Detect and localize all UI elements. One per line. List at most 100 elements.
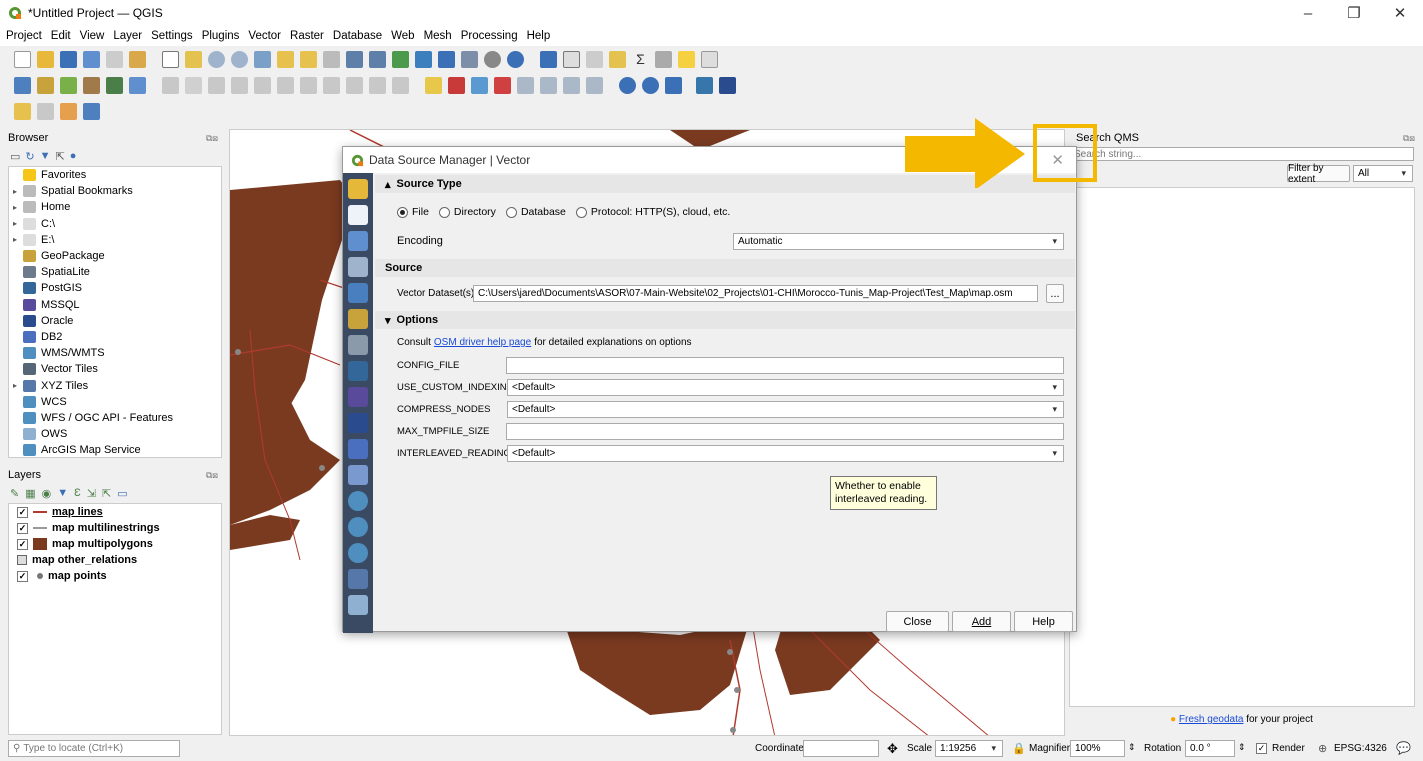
zoom-native-icon[interactable] <box>323 50 340 68</box>
browser-item[interactable]: PostGIS <box>9 280 221 296</box>
attribute-table-icon[interactable] <box>563 50 580 68</box>
identify-icon[interactable] <box>540 50 557 68</box>
undo-icon[interactable] <box>369 76 386 94</box>
mssql-tab-icon[interactable] <box>348 387 368 407</box>
cut-icon[interactable] <box>300 76 317 94</box>
menu-layer[interactable]: Layer <box>113 30 142 42</box>
extents-icon[interactable]: ✥ <box>887 741 898 757</box>
minimize-button[interactable]: – <box>1285 0 1331 26</box>
new-project-icon[interactable] <box>14 50 31 68</box>
label-icon[interactable] <box>425 76 442 94</box>
label-rotate-icon[interactable] <box>517 76 534 94</box>
layer-visibility-checkbox[interactable]: ✓ <box>17 506 28 518</box>
zoom-layer-icon[interactable] <box>300 50 317 68</box>
maximize-button[interactable]: ❐ <box>1331 0 1377 26</box>
new-3d-view-icon[interactable] <box>415 50 432 68</box>
layer-item[interactable]: map other_relations <box>9 552 221 568</box>
option-value-field[interactable]: <Default> <box>507 445 1064 462</box>
magnifier-input[interactable]: 100% <box>1070 740 1125 757</box>
coordinate-input[interactable] <box>803 740 879 757</box>
fresh-geodata-link[interactable]: Fresh geodata <box>1179 714 1244 725</box>
filter-icon[interactable]: ▼ <box>40 150 51 162</box>
select-by-value-icon[interactable] <box>37 102 54 120</box>
label-move-icon[interactable] <box>494 76 511 94</box>
python-console-icon[interactable] <box>696 76 713 94</box>
select-features-icon[interactable] <box>14 102 31 120</box>
sum-icon[interactable]: Σ <box>632 50 649 68</box>
option-value-field[interactable] <box>506 423 1064 440</box>
encoding-select[interactable]: Automatic <box>733 233 1064 250</box>
qms-icon[interactable] <box>619 76 636 94</box>
layer-visibility-checkbox[interactable]: ✓ <box>17 538 28 550</box>
qms-type-select[interactable]: All <box>1353 165 1413 182</box>
browser-item[interactable]: GeoPackage <box>9 248 221 264</box>
qms-search-input[interactable]: Search string... <box>1069 147 1414 161</box>
menu-database[interactable]: Database <box>333 30 382 42</box>
layer-item[interactable]: ✓ map lines <box>9 504 221 520</box>
style-icon[interactable]: ✎ <box>10 487 19 500</box>
rotation-spin-icon[interactable]: ⇕ <box>1238 742 1246 753</box>
zoom-full-icon[interactable] <box>254 50 271 68</box>
browser-item[interactable]: WMS/WMTS <box>9 345 221 361</box>
add-selected-icon[interactable]: ▭ <box>10 150 20 163</box>
panel-float-close-icon[interactable]: ⧉⊠ <box>206 470 218 481</box>
pan-icon[interactable] <box>162 50 179 68</box>
menu-vector[interactable]: Vector <box>248 30 281 42</box>
label-pin-icon[interactable] <box>448 76 465 94</box>
style-manager-icon[interactable] <box>129 50 146 68</box>
menu-help[interactable]: Help <box>527 30 551 42</box>
layer-item[interactable]: ✓ map multilinestrings <box>9 520 221 536</box>
browser-item[interactable]: DB2 <box>9 329 221 345</box>
vertex-tool-icon[interactable] <box>254 76 271 94</box>
vector-tab-icon[interactable] <box>348 205 368 225</box>
wms-tab-icon[interactable] <box>348 491 368 511</box>
panel-float-close-icon[interactable]: ⧉⊠ <box>1403 133 1415 144</box>
text-annotation-icon[interactable] <box>701 50 718 68</box>
wcs-tab-icon[interactable] <box>348 517 368 537</box>
option-value-field[interactable]: <Default> <box>507 379 1064 396</box>
expand-arrow-icon[interactable]: ▸ <box>13 235 23 244</box>
filter-expression-icon[interactable]: Ɛ <box>74 487 81 499</box>
redo-icon[interactable] <box>392 76 409 94</box>
browser-item[interactable]: Vector Tiles <box>9 361 221 377</box>
save-project-icon[interactable] <box>60 50 77 68</box>
save-as-icon[interactable] <box>83 50 100 68</box>
rotation-input[interactable]: 0.0 ° <box>1185 740 1235 757</box>
layer-item[interactable]: ✓ map multipolygons <box>9 536 221 552</box>
messages-icon[interactable]: 💬 <box>1396 741 1411 755</box>
browser-item[interactable]: ▸ C:\ <box>9 216 221 232</box>
zoom-next-icon[interactable] <box>369 50 386 68</box>
collapse-all-icon[interactable]: ⇱ <box>102 487 111 500</box>
lock-icon[interactable]: 🔒 <box>1012 742 1026 755</box>
menu-settings[interactable]: Settings <box>151 30 193 42</box>
osm-driver-help-link[interactable]: OSM driver help page <box>434 337 531 348</box>
qms-results-list[interactable] <box>1069 187 1415 707</box>
crs-icon[interactable]: ⊕ <box>1318 742 1327 755</box>
mesh-tab-icon[interactable] <box>348 257 368 277</box>
zoom-last-icon[interactable] <box>346 50 363 68</box>
show-bookmarks-icon[interactable] <box>461 50 478 68</box>
browser-item[interactable]: ArcGIS Map Service <box>9 442 221 457</box>
browser-item[interactable]: WCS <box>9 394 221 410</box>
browser-item[interactable]: ▸ Home <box>9 199 221 215</box>
raster-tab-icon[interactable] <box>348 231 368 251</box>
option-value-field[interactable] <box>506 357 1064 374</box>
remove-layer-icon[interactable]: ▭ <box>117 487 127 500</box>
browse-button[interactable]: ... <box>1046 284 1064 303</box>
oracle-tab-icon[interactable] <box>348 413 368 433</box>
copy-icon[interactable] <box>323 76 340 94</box>
source-type-radio[interactable]: Directory <box>438 206 496 218</box>
bookmark-icon[interactable] <box>438 50 455 68</box>
layer-item[interactable]: ✓ map points <box>9 568 221 584</box>
refresh-icon[interactable]: ↻ <box>25 150 34 163</box>
menu-edit[interactable]: Edit <box>51 30 71 42</box>
label-history-icon[interactable] <box>586 76 603 94</box>
source-type-radio[interactable]: File <box>397 206 429 218</box>
browser-tab-icon[interactable] <box>348 179 368 199</box>
properties-icon[interactable]: ● <box>70 150 77 162</box>
expand-arrow-icon[interactable]: ▸ <box>13 381 23 390</box>
deselect-icon[interactable] <box>60 102 77 120</box>
point-cloud-tab-icon[interactable] <box>348 283 368 303</box>
browser-item[interactable]: ▸ E:\ <box>9 232 221 248</box>
label-change-icon[interactable] <box>540 76 557 94</box>
